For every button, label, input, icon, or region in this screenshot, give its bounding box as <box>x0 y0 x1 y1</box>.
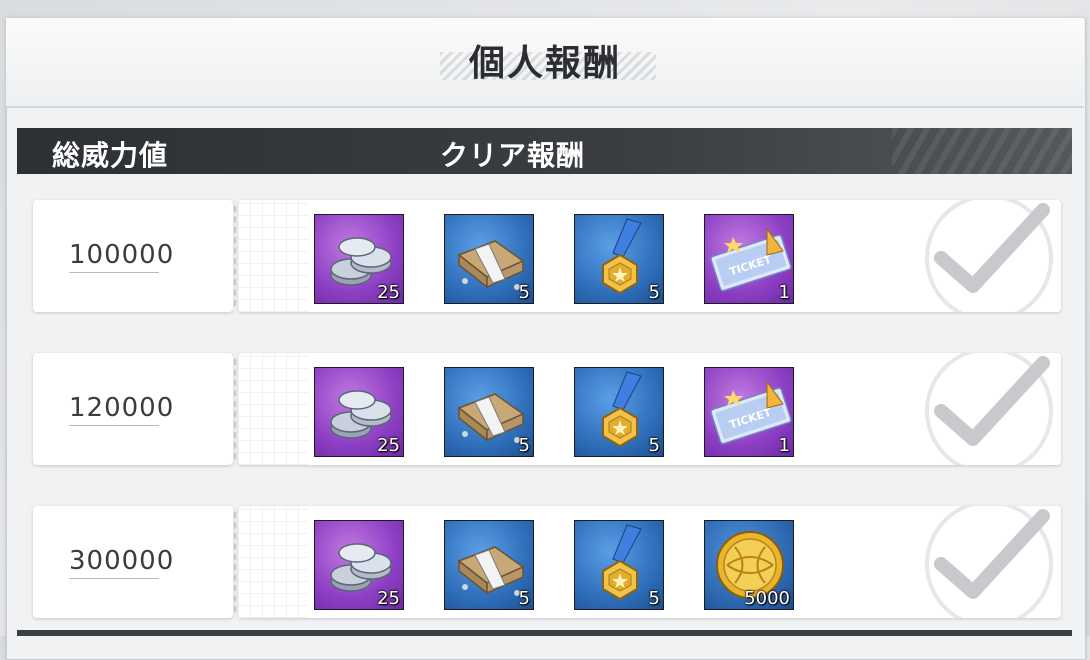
reward-item-gold-medal[interactable]: 5 <box>574 520 664 610</box>
reward-row: 100000 25 5 5 TICKET 1 <box>33 200 1061 312</box>
reward-quantity: 1 <box>778 435 790 456</box>
dashed-divider <box>234 359 236 459</box>
reward-row: 120000 25 5 5 TICKET 1 <box>33 353 1061 465</box>
reward-quantity: 25 <box>377 588 400 609</box>
page-title: 個人報酬 <box>468 43 621 84</box>
reward-item-gold-coin[interactable]: 5000 <box>704 520 794 610</box>
reward-quantity: 5000 <box>744 588 790 609</box>
reward-item-cash-bundle[interactable]: 5 <box>444 214 534 304</box>
next-row-edge <box>17 630 1072 636</box>
reward-item-cash-bundle[interactable]: 5 <box>444 520 534 610</box>
power-underline <box>69 425 159 427</box>
claimed-check-icon <box>925 353 1053 465</box>
reward-item-silver-coins[interactable]: 25 <box>314 367 404 457</box>
reward-item-ticket[interactable]: TICKET 1 <box>704 367 794 457</box>
reward-item-ticket[interactable]: TICKET 1 <box>704 214 794 304</box>
claimed-check-icon <box>925 200 1053 312</box>
power-value: 120000 <box>69 393 175 423</box>
power-value: 300000 <box>69 546 175 576</box>
power-underline <box>69 578 159 580</box>
reward-quantity: 25 <box>377 435 400 456</box>
reward-quantity: 5 <box>518 282 530 303</box>
reward-quantity: 5 <box>648 435 660 456</box>
reward-column-header: クリア報酬 <box>440 139 586 172</box>
reward-quantity: 25 <box>377 282 400 303</box>
rewards-card: 25 5 5 <box>238 506 1061 618</box>
reward-quantity: 5 <box>648 588 660 609</box>
dashed-divider <box>234 512 236 612</box>
reward-quantity: 1 <box>778 282 790 303</box>
reward-item-silver-coins[interactable]: 25 <box>314 214 404 304</box>
reward-item-cash-bundle[interactable]: 5 <box>444 367 534 457</box>
reward-item-silver-coins[interactable]: 25 <box>314 520 404 610</box>
reward-quantity: 5 <box>518 435 530 456</box>
power-card: 120000 <box>33 353 233 465</box>
power-underline <box>69 272 159 274</box>
reward-quantity: 5 <box>518 588 530 609</box>
reward-item-gold-medal[interactable]: 5 <box>574 214 664 304</box>
dashed-divider <box>234 206 236 306</box>
reward-item-gold-medal[interactable]: 5 <box>574 367 664 457</box>
reward-row: 300000 25 5 5 5000 <box>33 506 1061 618</box>
power-column-header: 総威力値 <box>52 139 169 172</box>
power-value: 100000 <box>69 240 175 270</box>
power-card: 100000 <box>33 200 233 312</box>
power-card: 300000 <box>33 506 233 618</box>
claimed-check-icon <box>925 506 1053 618</box>
rewards-card: 25 5 5 <box>238 200 1061 312</box>
rewards-card: 25 5 5 <box>238 353 1061 465</box>
reward-quantity: 5 <box>648 282 660 303</box>
